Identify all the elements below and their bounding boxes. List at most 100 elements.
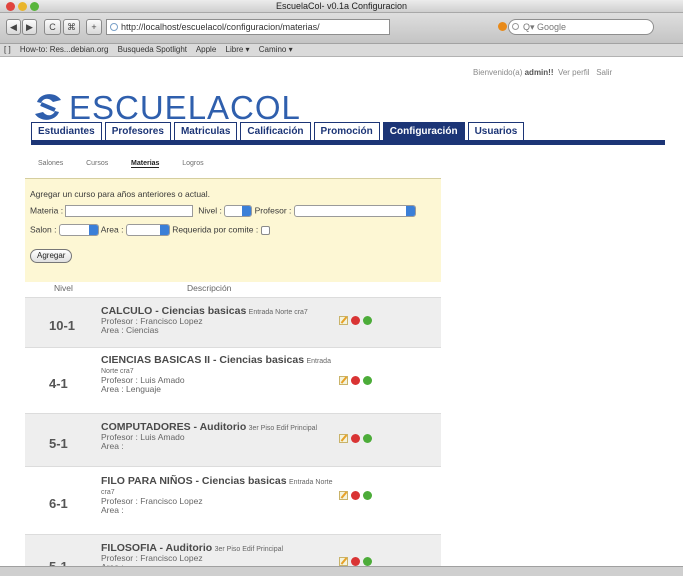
back-button[interactable]: ◀ [6, 19, 21, 35]
row-area: Ciencias [126, 325, 159, 335]
row-actions [339, 316, 379, 326]
row-description: CALCULO - Ciencias basicas Entrada Norte… [101, 306, 337, 335]
site-icon [110, 23, 118, 31]
tab-configuracion[interactable]: Configuración [382, 122, 465, 140]
greeting: Bienvenido(a) [473, 68, 523, 77]
check-icon[interactable] [363, 376, 372, 385]
requerida-checkbox[interactable] [260, 225, 270, 235]
header-descripcion: Descripción [187, 283, 232, 293]
tab-usuarios[interactable]: Usuarios [467, 122, 525, 140]
check-icon[interactable] [363, 316, 372, 325]
edit-icon[interactable] [339, 434, 348, 443]
row-actions [339, 491, 379, 501]
tab-estudiantes[interactable]: Estudiantes [31, 122, 102, 140]
row-nivel: 6-1 [49, 496, 68, 511]
subtab-logros[interactable]: Logros [182, 160, 203, 167]
row-nivel: 5-1 [49, 436, 68, 451]
check-icon[interactable] [363, 557, 372, 566]
table-row: 5-1 FILOSOFIA - Auditorio 3er Piso Edif … [25, 534, 441, 566]
tab-matriculas[interactable]: Matriculas [173, 122, 238, 140]
row-description: FILO PARA NIÑOS - Ciencias basicas Entra… [101, 475, 337, 515]
row-area: Lenguaje [126, 384, 162, 394]
status-bar [0, 566, 683, 576]
delete-icon[interactable] [351, 434, 360, 443]
subtab-salones[interactable]: Salones [38, 160, 63, 167]
row-title: CIENCIAS BASICAS II - Ciencias basicas [101, 354, 305, 366]
nivel-select[interactable] [224, 205, 253, 217]
add-course-form: Agregar un curso para años anteriores o … [25, 178, 441, 282]
chevron-down-icon [405, 206, 415, 216]
forward-button[interactable]: ▶ [22, 19, 37, 35]
search-input[interactable]: Q▾ Google [508, 19, 654, 35]
main-nav: Estudiantes Profesores Matriculas Calificac… [31, 122, 527, 140]
row-description: CIENCIAS BASICAS II - Ciencias basicas E… [101, 354, 337, 394]
bookmarks-bar: [ ] How-to: Res...debian.org Busqueda Sp… [0, 44, 683, 57]
row-profesor: Luis Amado [140, 432, 185, 442]
row-actions [339, 376, 379, 386]
tab-promocion[interactable]: Promoción [313, 122, 380, 140]
edit-icon[interactable] [339, 557, 348, 566]
row-nivel: 10-1 [49, 318, 76, 333]
materia-label: Materia : [30, 205, 64, 216]
area-prefix: Area : [101, 441, 124, 451]
bookmark-item[interactable]: Libre ▾ [226, 45, 250, 54]
user-bar: Bienvenido(a) admin!! Ver perfil Salir [473, 68, 612, 77]
add-bookmark-button[interactable]: + [86, 19, 102, 35]
edit-icon[interactable] [339, 491, 348, 500]
home-button[interactable]: ⌘ [63, 19, 80, 35]
window-title: EscuelaCol- v0.1a Configuracion [275, 1, 408, 11]
profesor-label: Profesor : [254, 205, 292, 216]
address-bar[interactable]: http://localhost/escuelacol/configuracio… [106, 19, 390, 35]
table-row: 6-1 FILO PARA NIÑOS - Ciencias basicas E… [25, 466, 441, 534]
sub-nav: Salones Cursos Materias Logros [38, 157, 224, 168]
chevron-down-icon [159, 225, 169, 235]
browser-toolbar: ◀ ▶ C ⌘ + http://localhost/escuelacol/co… [0, 13, 683, 44]
reload-button[interactable]: C [44, 19, 61, 35]
row-description: COMPUTADORES - Auditorio 3er Piso Edif P… [101, 422, 337, 451]
area-prefix: Area : [101, 505, 124, 515]
list-header: Nivel Descripción [25, 281, 441, 297]
rss-icon[interactable] [498, 22, 507, 31]
logout-link[interactable]: Salir [596, 68, 612, 77]
delete-icon[interactable] [351, 491, 360, 500]
salon-select[interactable] [58, 224, 99, 236]
row-aula: 3er Piso Edif Principal [248, 425, 318, 432]
profesor-select[interactable] [293, 205, 416, 217]
edit-icon[interactable] [339, 376, 348, 385]
logo-swirl-icon [35, 94, 61, 120]
row-aula: Entrada Norte cra7 [248, 309, 308, 316]
row-description: FILOSOFIA - Auditorio 3er Piso Edif Prin… [101, 543, 337, 566]
delete-icon[interactable] [351, 376, 360, 385]
form-intro: Agregar un curso para años anteriores o … [30, 189, 211, 199]
bookmark-item[interactable]: [ ] [4, 45, 11, 54]
bookmark-item[interactable]: Apple [196, 45, 216, 54]
edit-icon[interactable] [339, 316, 348, 325]
subtab-cursos[interactable]: Cursos [86, 160, 108, 167]
bookmark-item[interactable]: Busqueda Spotlight [118, 45, 187, 54]
search-placeholder: Q▾ Google [523, 22, 567, 32]
nivel-label: Nivel : [198, 205, 222, 216]
tab-calificacion[interactable]: Calificación [240, 122, 311, 140]
chevron-down-icon [88, 225, 98, 235]
materia-input[interactable] [65, 205, 194, 217]
table-row: 5-1 COMPUTADORES - Auditorio 3er Piso Ed… [25, 413, 441, 466]
url-text: http://localhost/escuelacol/configuracio… [121, 22, 320, 32]
salon-label: Salon : [30, 224, 57, 235]
delete-icon[interactable] [351, 557, 360, 566]
subtab-materias[interactable]: Materias [131, 160, 160, 168]
delete-icon[interactable] [351, 316, 360, 325]
requerida-label: Requerida por comite : [172, 224, 259, 235]
profile-link[interactable]: Ver perfil [558, 68, 590, 77]
bookmark-item[interactable]: Camino ▾ [259, 45, 293, 54]
row-nivel: 5-1 [49, 559, 68, 566]
check-icon[interactable] [363, 491, 372, 500]
row-nivel: 4-1 [49, 376, 68, 391]
area-select[interactable] [125, 224, 170, 236]
row-title: FILO PARA NIÑOS - Ciencias basicas [101, 475, 287, 487]
add-button[interactable]: Agregar [30, 249, 73, 263]
check-icon[interactable] [363, 434, 372, 443]
tab-profesores[interactable]: Profesores [104, 122, 171, 140]
area-label: Area : [100, 224, 124, 235]
bookmark-item[interactable]: How-to: Res...debian.org [20, 45, 109, 54]
chevron-down-icon [242, 206, 252, 216]
